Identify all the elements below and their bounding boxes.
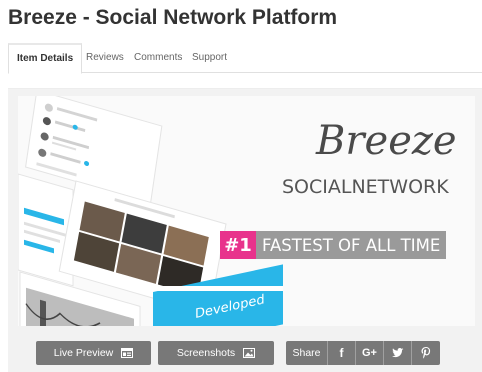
tag-number: #1 bbox=[220, 231, 256, 259]
window-icon bbox=[121, 348, 134, 358]
tagline-banner: #1 FASTEST OF ALL TIME bbox=[220, 231, 447, 259]
pinterest-icon[interactable] bbox=[412, 341, 440, 365]
brand-title: Breeze bbox=[316, 118, 457, 164]
share-bar: Share f G+ bbox=[286, 341, 440, 365]
tab-support[interactable]: Support bbox=[192, 43, 227, 74]
share-label: Share bbox=[286, 341, 328, 365]
screenshots-label: Screenshots bbox=[176, 347, 236, 359]
tab-item-details[interactable]: Item Details bbox=[8, 43, 83, 74]
page-title: Breeze - Social Network Platform bbox=[8, 6, 338, 29]
live-preview-button[interactable]: Live Preview bbox=[36, 341, 151, 365]
brand-subtitle: SOCIALNETWORK bbox=[282, 176, 449, 198]
live-preview-label: Live Preview bbox=[53, 347, 114, 359]
tag-text: FASTEST OF ALL TIME bbox=[256, 231, 447, 259]
screenshots-button[interactable]: Screenshots bbox=[158, 341, 274, 365]
tab-comments[interactable]: Comments bbox=[134, 43, 182, 74]
preview-image: Developed Breeze SOCIALNETWORK #1 FASTES… bbox=[18, 96, 475, 326]
tab-bar: Item Details Reviews Comments Support bbox=[8, 43, 482, 74]
google-plus-icon[interactable]: G+ bbox=[356, 341, 384, 365]
twitter-icon[interactable] bbox=[384, 341, 412, 365]
tab-reviews[interactable]: Reviews bbox=[86, 43, 124, 74]
image-icon bbox=[243, 348, 256, 358]
facebook-icon[interactable]: f bbox=[328, 341, 356, 365]
